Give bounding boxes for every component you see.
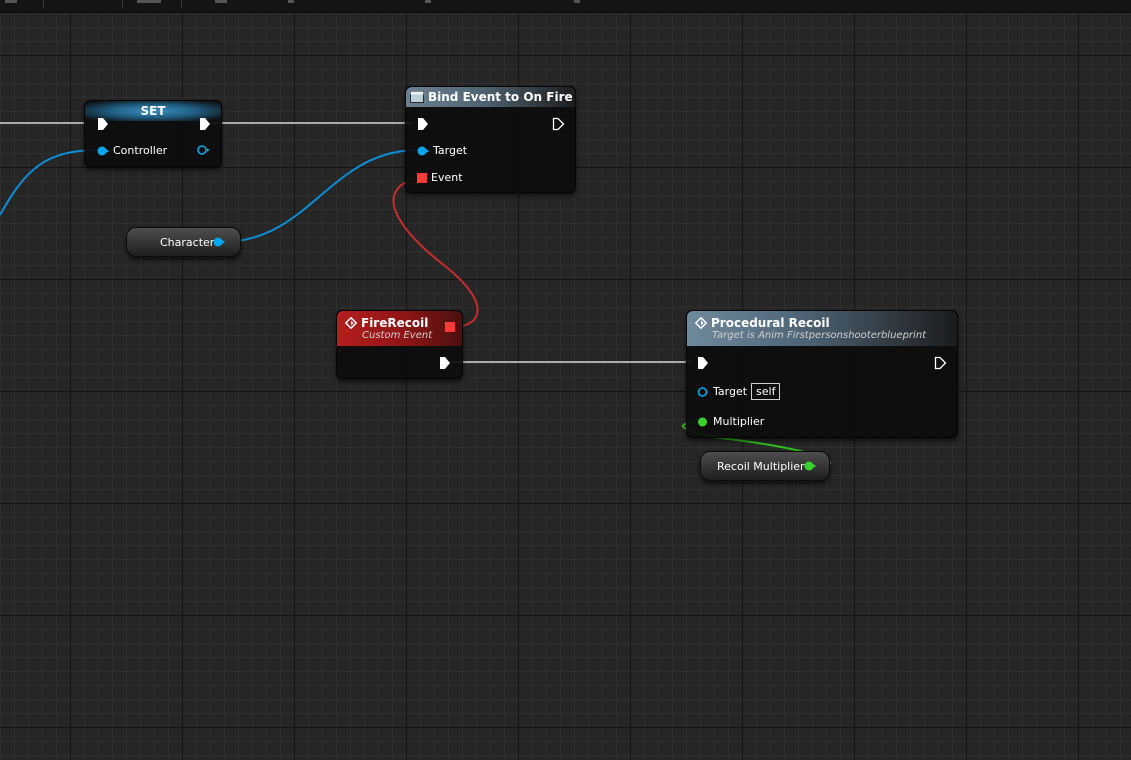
toolbar-separator (43, 0, 44, 8)
set-node[interactable]: SET Controller (84, 100, 222, 167)
controller-pin-label: Controller (113, 144, 168, 157)
delegate-wire (392, 176, 479, 328)
target-default-value-field[interactable]: self (751, 383, 781, 400)
delegate-pin-icon (417, 172, 427, 183)
target-pin-label: Target (713, 385, 748, 398)
fire-recoil-event-node[interactable]: FireRecoil Custom Event (336, 310, 463, 379)
procedural-recoil-subtitle: Target is Anim Firstpersonshooterbluepri… (712, 330, 927, 341)
object-out-pin-icon[interactable] (213, 236, 225, 248)
object-pin-icon (97, 146, 109, 155)
fire-recoil-title: FireRecoil (361, 316, 429, 330)
event-pin-label: Event (431, 171, 463, 184)
recoil-multiplier-label: Recoil Multiplier (717, 459, 805, 473)
toolbar-separator (122, 0, 123, 8)
float-out-pin-icon[interactable] (804, 460, 816, 472)
function-icon (410, 91, 424, 103)
recoil-multiplier-variable-node[interactable]: Recoil Multiplier (700, 451, 830, 481)
target-pin-label: Target (433, 144, 468, 157)
multiplier-input-pin[interactable]: Multiplier (697, 415, 764, 428)
procedural-recoil-header: Procedural Recoil Target is Anim Firstpe… (687, 311, 957, 346)
fire-recoil-header: FireRecoil Custom Event (337, 311, 462, 346)
exec-out-pin-icon[interactable] (552, 117, 565, 131)
toolbar-button[interactable] (288, 0, 294, 3)
multiplier-pin-label: Multiplier (713, 415, 765, 428)
bind-event-node[interactable]: Bind Event to On Fire Target Event (405, 86, 576, 193)
object-pin-icon (417, 146, 429, 155)
character-variable-node[interactable]: Character (126, 227, 241, 257)
float-pin-icon (698, 417, 707, 426)
exec-out-pin-icon[interactable] (934, 356, 947, 370)
toolbar-button[interactable] (215, 0, 227, 3)
procedural-recoil-node[interactable]: Procedural Recoil Target is Anim Firstpe… (686, 310, 958, 438)
event-input-pin[interactable]: Event (417, 171, 463, 184)
set-node-title: SET (140, 104, 166, 118)
event-icon (695, 317, 707, 329)
bind-event-title: Bind Event to On Fire (428, 90, 573, 104)
exec-out-pin-icon[interactable] (439, 356, 451, 370)
exec-in-pin-icon[interactable] (697, 356, 709, 370)
toolbar-button[interactable] (574, 0, 580, 3)
procedural-recoil-title: Procedural Recoil (711, 316, 830, 330)
event-icon (345, 317, 357, 329)
target-input-pin[interactable]: Target (417, 144, 467, 157)
toolbar-separator (181, 0, 182, 8)
exec-in-pin-icon[interactable] (97, 117, 109, 131)
controller-input-pin[interactable]: Controller (97, 144, 167, 157)
toolbar-button[interactable] (425, 0, 431, 3)
toolbar-button[interactable] (5, 0, 17, 3)
exec-out-pin-icon[interactable] (199, 117, 211, 131)
object-wire (221, 149, 419, 243)
object-out-pin-icon[interactable] (196, 144, 210, 156)
graph-toolbar (0, 0, 1131, 13)
exec-in-pin-icon[interactable] (417, 117, 429, 131)
fire-recoil-subtitle: Custom Event (362, 330, 433, 341)
object-pin-icon (697, 386, 708, 397)
character-label: Character (160, 235, 215, 249)
toolbar-button[interactable] (137, 0, 161, 3)
bind-event-header: Bind Event to On Fire (406, 87, 575, 107)
delegate-out-pin-icon[interactable] (445, 322, 455, 332)
target-input-pin[interactable]: Target self (697, 383, 781, 400)
